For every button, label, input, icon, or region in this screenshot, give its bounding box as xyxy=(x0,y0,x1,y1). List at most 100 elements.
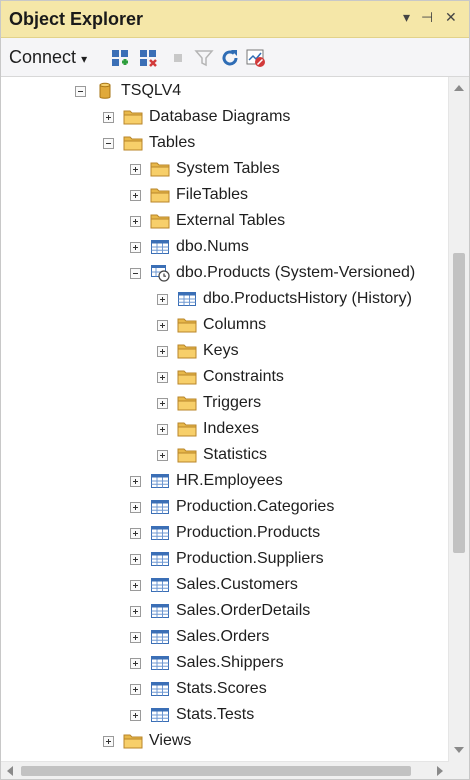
vertical-scroll-thumb[interactable] xyxy=(453,253,465,553)
system-versioned-table-icon xyxy=(150,264,170,282)
table-icon xyxy=(150,680,170,698)
expand-toggle[interactable] xyxy=(130,215,141,227)
node-label: Views xyxy=(149,732,192,749)
tree-node-filetables[interactable]: FileTables xyxy=(130,183,248,207)
tree-node-statistics[interactable]: Statistics xyxy=(157,443,267,467)
table-icon xyxy=(150,498,170,516)
folder-icon xyxy=(177,420,197,438)
folder-icon xyxy=(150,160,170,178)
expand-toggle[interactable] xyxy=(157,423,168,435)
expand-toggle[interactable] xyxy=(103,735,114,747)
expand-toggle[interactable] xyxy=(157,371,168,383)
tree-node-production-suppliers[interactable]: Production.Suppliers xyxy=(130,547,324,571)
expand-toggle[interactable] xyxy=(130,631,141,643)
connect-object-explorer-icon[interactable] xyxy=(109,47,131,69)
table-icon xyxy=(150,654,170,672)
node-label: Triggers xyxy=(203,394,262,411)
node-label: Production.Products xyxy=(176,524,321,541)
connect-button[interactable]: Connect ▾ xyxy=(9,47,87,68)
title-bar: Object Explorer ▾ ⊣ ✕ xyxy=(1,1,469,38)
collapse-toggle[interactable] xyxy=(130,267,141,279)
folder-icon xyxy=(177,394,197,412)
tree-node-tables[interactable]: Tables xyxy=(103,131,195,155)
tree-node-production-categories[interactable]: Production.Categories xyxy=(130,495,334,519)
tree-node-dbo-productshistory[interactable]: dbo.ProductsHistory (History) xyxy=(157,287,412,311)
node-label: dbo.Products (System-Versioned) xyxy=(176,264,416,281)
tree-node-dbo-products[interactable]: dbo.Products (System-Versioned) xyxy=(130,261,415,285)
close-icon[interactable]: ✕ xyxy=(445,9,457,26)
folder-icon xyxy=(177,316,197,334)
node-label: dbo.Nums xyxy=(176,238,249,255)
expand-toggle[interactable] xyxy=(157,397,168,409)
tree-node-indexes[interactable]: Indexes xyxy=(157,417,259,441)
expand-toggle[interactable] xyxy=(157,293,168,305)
horizontal-scrollbar[interactable] xyxy=(1,761,449,779)
connect-dropdown-icon[interactable]: ▾ xyxy=(81,52,87,66)
folder-icon xyxy=(177,446,197,464)
tree-node-views[interactable]: Views xyxy=(103,729,191,753)
object-explorer-window: Object Explorer ▾ ⊣ ✕ Connect ▾ TSQLV4 D… xyxy=(0,0,470,780)
expand-toggle[interactable] xyxy=(130,605,141,617)
node-label: dbo.ProductsHistory (History) xyxy=(203,290,412,307)
filter-icon[interactable] xyxy=(193,47,215,69)
scroll-down-arrow-icon[interactable] xyxy=(454,747,464,753)
scroll-right-arrow-icon[interactable] xyxy=(437,766,443,776)
refresh-icon[interactable] xyxy=(219,47,241,69)
tree-node-database-diagrams[interactable]: Database Diagrams xyxy=(103,105,290,129)
expand-toggle[interactable] xyxy=(157,345,168,357)
expand-toggle[interactable] xyxy=(130,527,141,539)
expand-toggle[interactable] xyxy=(130,579,141,591)
tree-node-constraints[interactable]: Constraints xyxy=(157,365,284,389)
tree-node-sales-customers[interactable]: Sales.Customers xyxy=(130,573,298,597)
tree-node-sales-shippers[interactable]: Sales.Shippers xyxy=(130,651,284,675)
tree-node-sales-orders[interactable]: Sales.Orders xyxy=(130,625,269,649)
horizontal-scroll-thumb[interactable] xyxy=(21,766,411,776)
object-tree: TSQLV4 Database Diagrams Tables System T… xyxy=(1,77,449,761)
expand-toggle[interactable] xyxy=(130,189,141,201)
window-position-dropdown-icon[interactable]: ▾ xyxy=(403,9,410,26)
scroll-up-arrow-icon[interactable] xyxy=(454,85,464,91)
expand-toggle[interactable] xyxy=(103,111,114,123)
vertical-scrollbar[interactable] xyxy=(448,77,469,761)
window-title: Object Explorer xyxy=(9,9,144,29)
node-label: Keys xyxy=(203,342,239,359)
expand-toggle[interactable] xyxy=(130,241,141,253)
tree-node-dbo-nums[interactable]: dbo.Nums xyxy=(130,235,249,259)
tree-node-database[interactable]: TSQLV4 xyxy=(75,79,181,103)
tree-node-external-tables[interactable]: External Tables xyxy=(130,209,285,233)
expand-toggle[interactable] xyxy=(130,163,141,175)
expand-toggle[interactable] xyxy=(157,449,168,461)
expand-toggle[interactable] xyxy=(157,319,168,331)
node-label: External Tables xyxy=(176,212,286,229)
auto-hide-pin-icon[interactable]: ⊣ xyxy=(421,9,433,26)
node-label: Production.Suppliers xyxy=(176,550,324,567)
expand-toggle[interactable] xyxy=(130,501,141,513)
table-icon xyxy=(150,576,170,594)
tree-node-production-products[interactable]: Production.Products xyxy=(130,521,320,545)
collapse-toggle[interactable] xyxy=(103,137,114,149)
table-icon xyxy=(150,628,170,646)
node-label: Sales.Shippers xyxy=(176,654,284,671)
activity-monitor-icon[interactable] xyxy=(245,47,267,69)
collapse-toggle[interactable] xyxy=(75,85,86,97)
stop-icon[interactable] xyxy=(167,47,189,69)
table-icon xyxy=(150,472,170,490)
tree-node-hr-employees[interactable]: HR.Employees xyxy=(130,469,283,493)
node-label: Tables xyxy=(149,134,196,151)
expand-toggle[interactable] xyxy=(130,657,141,669)
expand-toggle[interactable] xyxy=(130,553,141,565)
tree-node-system-tables[interactable]: System Tables xyxy=(130,157,280,181)
tree-node-triggers[interactable]: Triggers xyxy=(157,391,261,415)
expand-toggle[interactable] xyxy=(130,709,141,721)
scroll-left-arrow-icon[interactable] xyxy=(7,766,13,776)
tree-node-stats-tests[interactable]: Stats.Tests xyxy=(130,703,254,727)
tree-node-columns[interactable]: Columns xyxy=(157,313,266,337)
tree-node-stats-scores[interactable]: Stats.Scores xyxy=(130,677,267,701)
scrollbar-corner xyxy=(449,761,469,779)
expand-toggle[interactable] xyxy=(130,683,141,695)
expand-toggle[interactable] xyxy=(130,475,141,487)
disconnect-icon[interactable] xyxy=(137,47,159,69)
tree-node-keys[interactable]: Keys xyxy=(157,339,239,363)
folder-icon xyxy=(123,732,143,750)
tree-node-sales-orderdetails[interactable]: Sales.OrderDetails xyxy=(130,599,310,623)
